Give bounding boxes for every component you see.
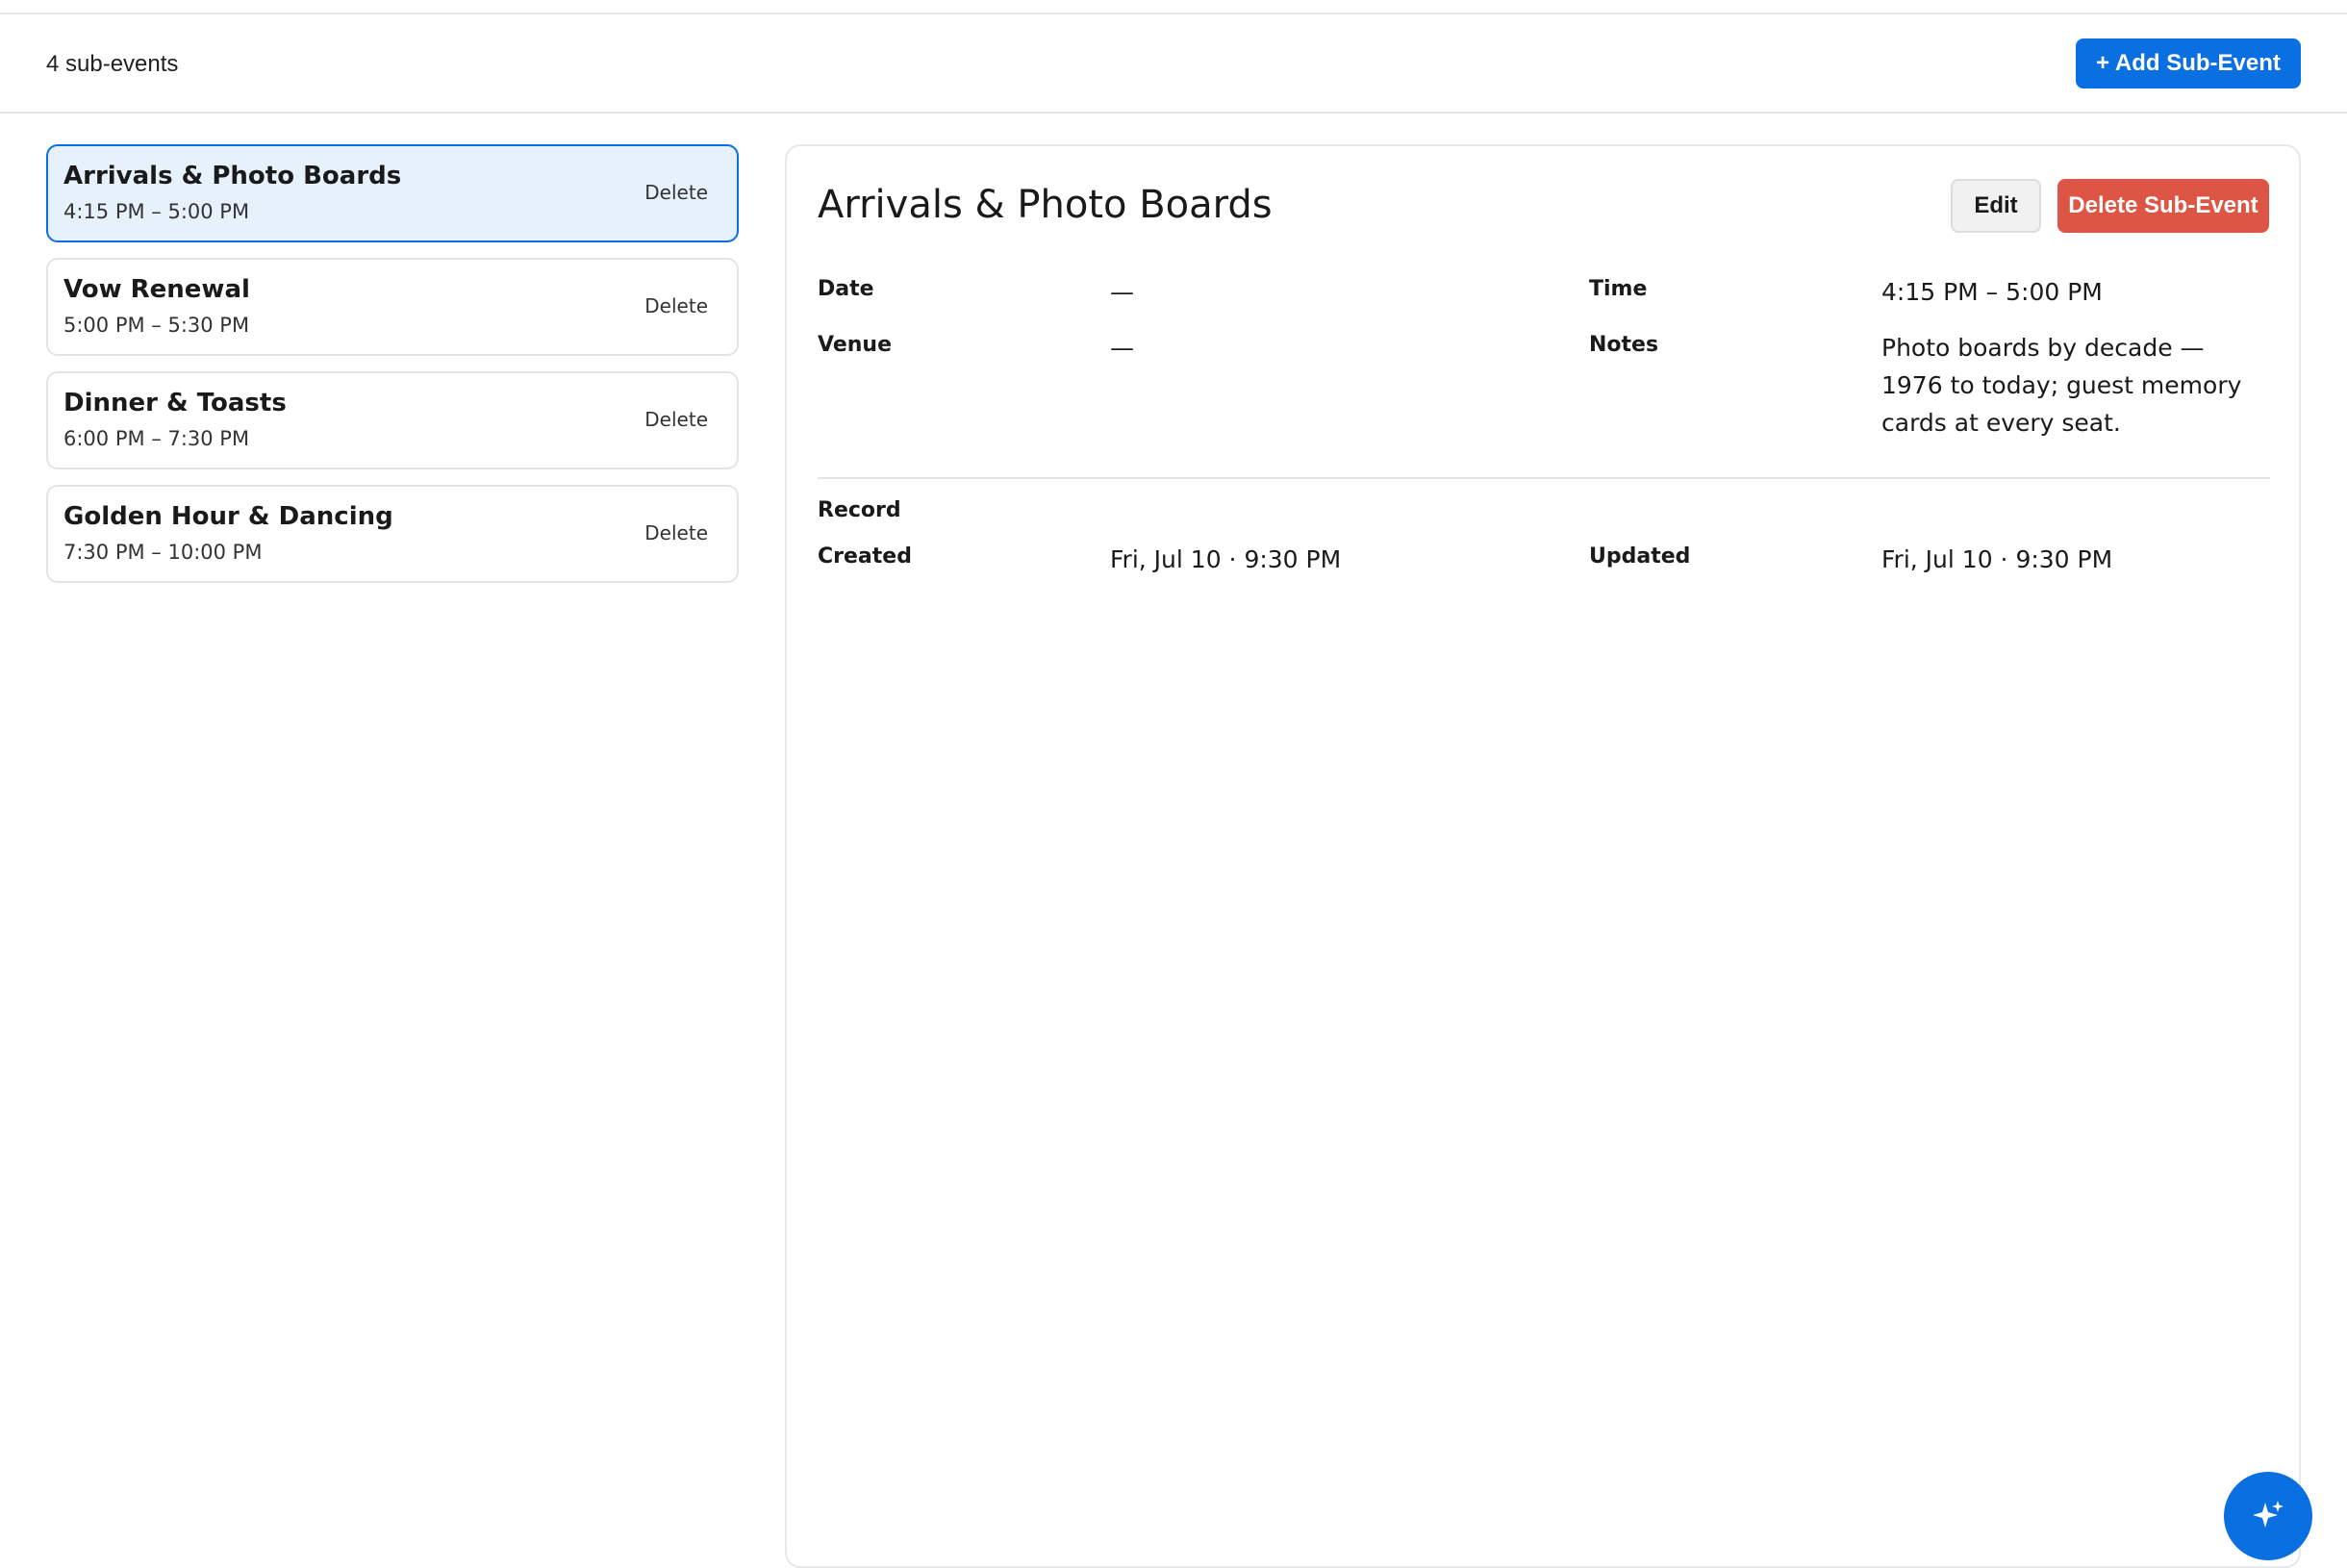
created-value: Fri, Jul 10 · 9:30 PM bbox=[1110, 545, 1342, 573]
list-item[interactable]: Dinner & Toasts 6:00 PM – 7:30 PM Delete bbox=[46, 371, 739, 469]
list-item-title: Vow Renewal bbox=[63, 275, 250, 304]
updated-label: Updated bbox=[1589, 544, 1691, 569]
list-item-time: 4:15 PM – 5:00 PM bbox=[63, 200, 250, 223]
delete-item-button[interactable]: Delete bbox=[644, 294, 708, 317]
sparkle-icon bbox=[2251, 1499, 2285, 1536]
time-value: 4:15 PM – 5:00 PM bbox=[1881, 278, 2103, 306]
list-item[interactable]: Arrivals & Photo Boards 4:15 PM – 5:00 P… bbox=[46, 144, 739, 242]
delete-item-button[interactable]: Delete bbox=[644, 181, 708, 204]
detail-title: Arrivals & Photo Boards bbox=[818, 183, 1273, 227]
record-section-label: Record bbox=[818, 498, 901, 522]
list-item-time: 7:30 PM – 10:00 PM bbox=[63, 541, 263, 564]
edit-button[interactable]: Edit bbox=[1951, 179, 2041, 233]
assistant-button[interactable] bbox=[2224, 1472, 2312, 1560]
created-label: Created bbox=[818, 544, 912, 569]
venue-label: Venue bbox=[818, 333, 892, 357]
date-value: — bbox=[1110, 278, 1134, 306]
detail-panel: Arrivals & Photo Boards Edit Delete Sub-… bbox=[785, 144, 2301, 1568]
list-item-time: 6:00 PM – 7:30 PM bbox=[63, 427, 250, 450]
updated-value: Fri, Jul 10 · 9:30 PM bbox=[1881, 545, 2113, 573]
sub-event-list: Arrivals & Photo Boards 4:15 PM – 5:00 P… bbox=[46, 144, 739, 598]
time-label: Time bbox=[1589, 277, 1648, 301]
date-label: Date bbox=[818, 277, 874, 301]
list-item[interactable]: Golden Hour & Dancing 7:30 PM – 10:00 PM… bbox=[46, 485, 739, 583]
top-border bbox=[0, 0, 2347, 14]
divider bbox=[818, 477, 2270, 479]
list-item-title: Dinner & Toasts bbox=[63, 389, 287, 417]
delete-sub-event-button[interactable]: Delete Sub-Event bbox=[2057, 179, 2269, 233]
notes-label: Notes bbox=[1589, 333, 1659, 357]
sub-event-count: 4 sub-events bbox=[46, 51, 179, 77]
toolbar: 4 sub-events + Add Sub-Event bbox=[0, 14, 2347, 114]
notes-value: Photo boards by decade — 1976 to today; … bbox=[1881, 334, 2242, 437]
list-item[interactable]: Vow Renewal 5:00 PM – 5:30 PM Delete bbox=[46, 258, 739, 356]
add-sub-event-button[interactable]: + Add Sub-Event bbox=[2076, 38, 2301, 89]
list-item-title: Golden Hour & Dancing bbox=[63, 502, 393, 531]
venue-value: — bbox=[1110, 334, 1134, 362]
delete-item-button[interactable]: Delete bbox=[644, 521, 708, 544]
list-item-time: 5:00 PM – 5:30 PM bbox=[63, 314, 250, 337]
delete-item-button[interactable]: Delete bbox=[644, 408, 708, 431]
list-item-title: Arrivals & Photo Boards bbox=[63, 162, 402, 190]
